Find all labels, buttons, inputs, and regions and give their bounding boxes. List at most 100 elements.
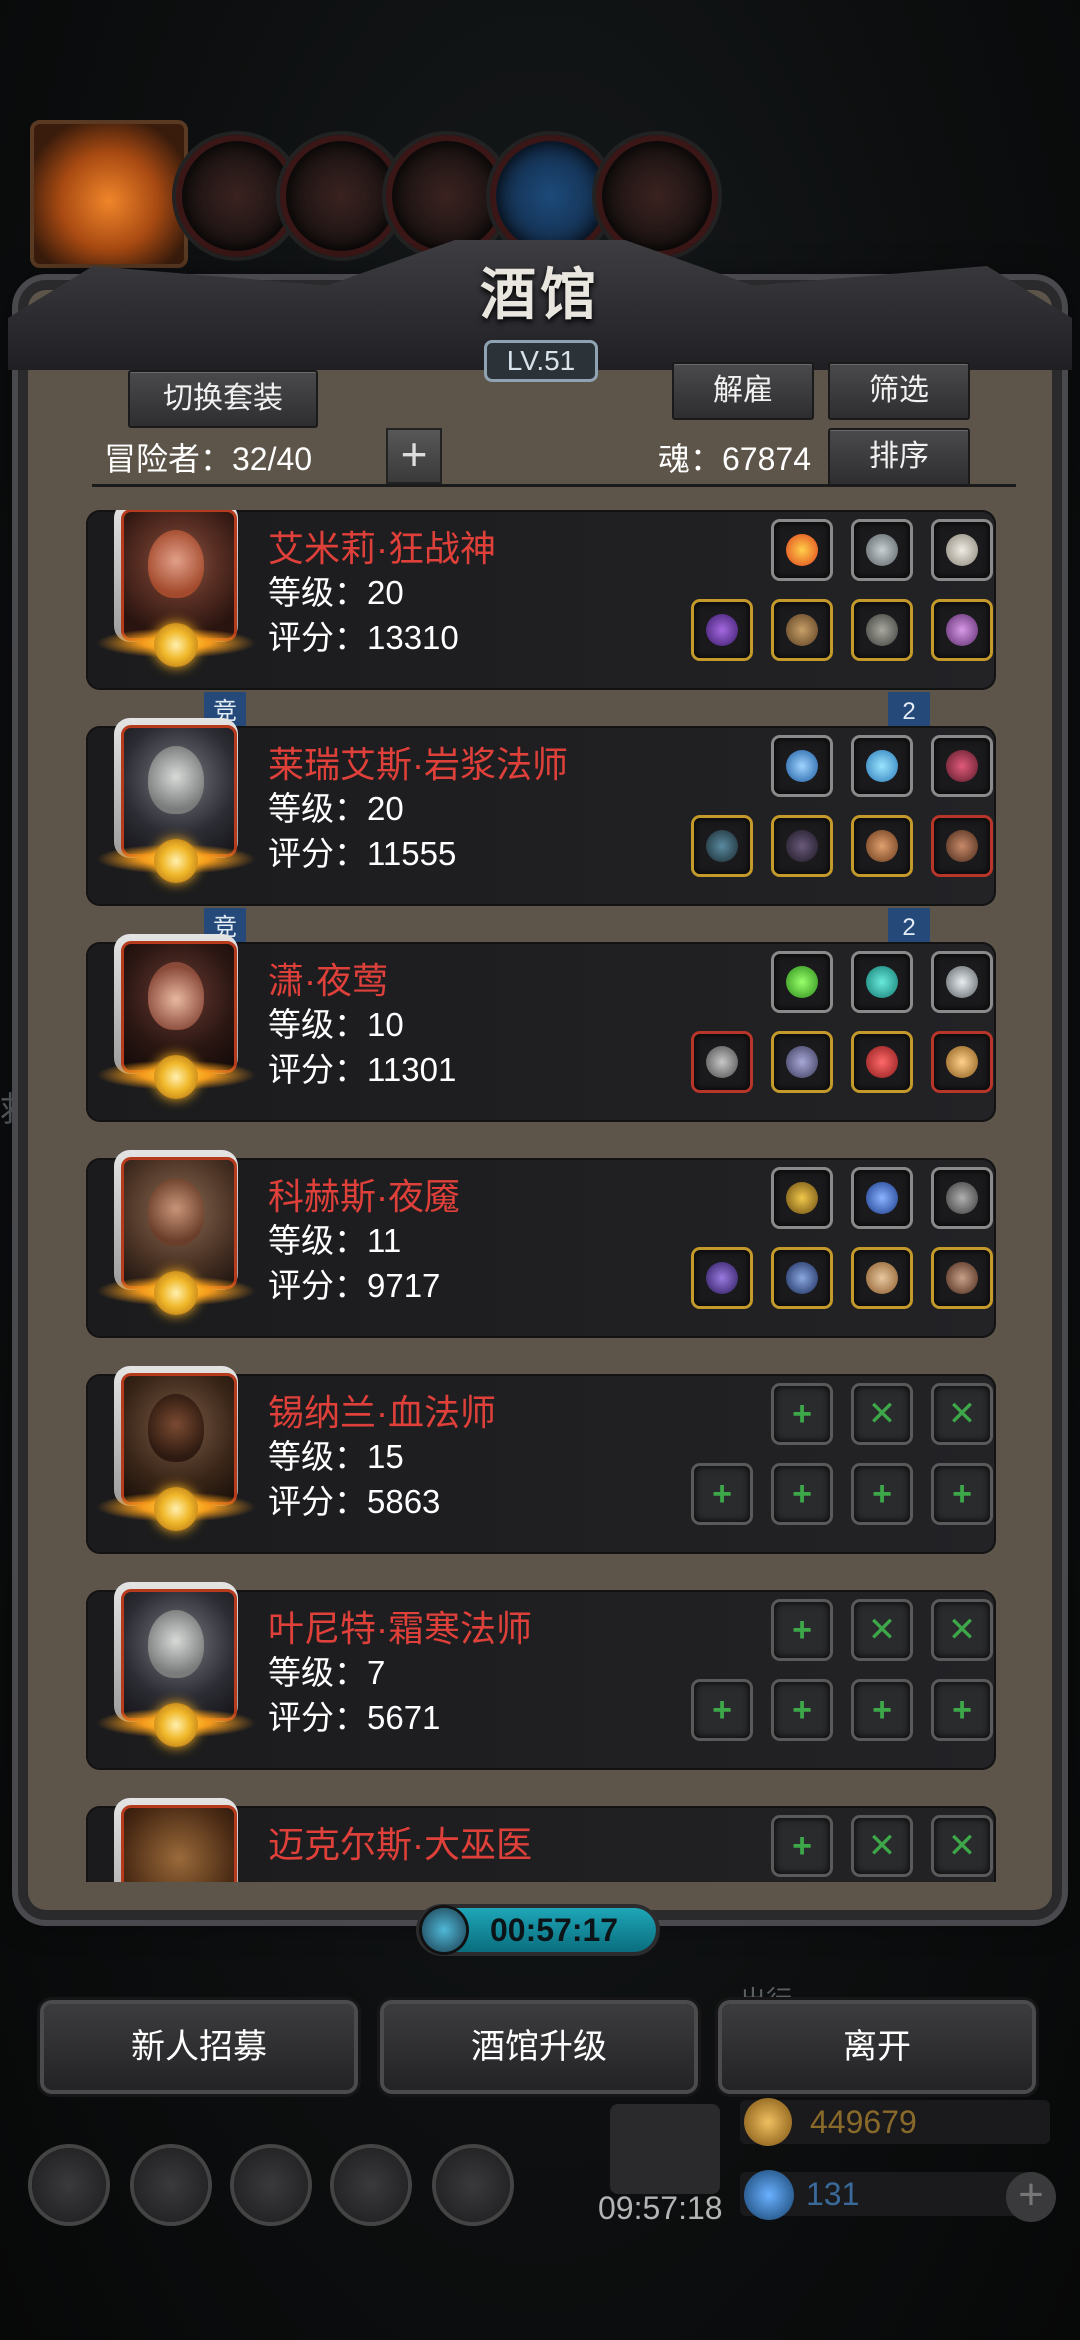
ring-equip-icon[interactable]	[934, 602, 990, 658]
hero-portrait[interactable]	[114, 1798, 238, 1882]
empty-accessory-slot-icon[interactable]: +	[854, 1682, 910, 1738]
orb-equip-icon[interactable]	[934, 1034, 990, 1090]
pumpkin-event-icon[interactable]	[30, 120, 188, 268]
hero-portrait[interactable]	[114, 1150, 238, 1290]
dagger-equip-icon[interactable]	[694, 1034, 750, 1090]
sort-button[interactable]: 排序	[828, 428, 970, 486]
empty-accessory-slot-icon[interactable]: +	[854, 1466, 910, 1522]
star-badge-icon	[154, 1271, 198, 1315]
stone-skill-icon[interactable]	[854, 522, 910, 578]
hero-card[interactable]: 艾米莉·狂战神 等级：20 评分：13310	[86, 510, 996, 690]
hero-card[interactable]: 迈克尔斯·大巫医 + ✕ ✕	[86, 1798, 996, 1882]
hero-score: 评分：11301	[268, 1051, 457, 1088]
hero-card[interactable]: 叶尼特·霜寒法师 等级：7 评分：5671 + ✕ ✕ + + + +	[86, 1582, 996, 1770]
timer-text: 00:57:17	[490, 1912, 619, 1948]
blade-equip-icon[interactable]	[694, 1250, 750, 1306]
scroll-equip-icon[interactable]	[854, 1250, 910, 1306]
gift-box-icon[interactable]	[610, 2104, 720, 2194]
stone-resource-icon[interactable]	[596, 135, 718, 257]
empty-accessory-slot-icon[interactable]: +	[934, 1682, 990, 1738]
switch-outfit-button[interactable]: 切换套装	[128, 370, 318, 428]
empty-weapon-slot-icon[interactable]: +	[694, 1682, 750, 1738]
hero-card[interactable]: 莱瑞艾斯·岩浆法师 等级：20 评分：11555	[86, 718, 996, 906]
chest-equip-icon[interactable]	[774, 1034, 830, 1090]
empty-weapon-slot-icon[interactable]: +	[694, 1466, 750, 1522]
hero-name: 迈克尔斯·大巫医	[268, 1824, 532, 1865]
mail-icon[interactable]	[334, 2148, 408, 2222]
orb-skill-icon[interactable]	[774, 738, 830, 794]
recruit-button[interactable]: 新人招募	[44, 2004, 354, 2090]
gem-amount: 131	[806, 2176, 860, 2212]
amulet-equip-icon[interactable]	[854, 1034, 910, 1090]
dismiss-button[interactable]: 解雇	[672, 362, 814, 420]
star-badge-icon	[154, 623, 198, 667]
potion-skill-icon[interactable]	[934, 738, 990, 794]
armor-equip-icon[interactable]	[774, 602, 830, 658]
glove-equip-icon[interactable]	[854, 818, 910, 874]
hero-level: 等级：11	[268, 1222, 402, 1259]
fire-skill-icon[interactable]	[774, 522, 830, 578]
plate-equip-icon[interactable]	[774, 1250, 830, 1306]
add-slot-button[interactable]: +	[386, 428, 442, 484]
hero-name: 艾米莉·狂战神	[268, 528, 496, 569]
header-divider	[92, 484, 1016, 487]
soul-count: 魂：67874	[658, 441, 811, 477]
empty-armor-slot-icon[interactable]: +	[774, 1682, 830, 1738]
filter-button[interactable]: 筛选	[828, 362, 970, 420]
hero-card[interactable]: 潇·夜莺 等级：10 评分：11301	[86, 934, 996, 1122]
poison-skill-icon[interactable]	[774, 954, 830, 1010]
crystal-resource-icon[interactable]	[490, 135, 612, 257]
quest-icon[interactable]	[234, 2148, 308, 2222]
helm-equip-icon[interactable]	[934, 1250, 990, 1306]
guild-icon[interactable]	[436, 2148, 510, 2222]
cloak-equip-icon[interactable]	[774, 818, 830, 874]
empty-skill-slot-icon[interactable]: +	[774, 1602, 830, 1658]
book-equip-icon[interactable]	[934, 818, 990, 874]
achievement-icon[interactable]	[134, 2148, 208, 2222]
wand-equip-icon[interactable]	[694, 818, 750, 874]
hero-card[interactable]: 科赫斯·夜魇 等级：11 评分：9717	[86, 1150, 996, 1338]
shuriken-skill-icon[interactable]	[934, 954, 990, 1010]
hero-card[interactable]: 锡纳兰·血法师 等级：15 评分：5863 + ✕ ✕ + + + +	[86, 1366, 996, 1554]
upgrade-tavern-button[interactable]: 酒馆升级	[384, 2004, 694, 2090]
hero-level: 等级：15	[268, 1438, 404, 1475]
empty-skill-slot-icon[interactable]: +	[774, 1386, 830, 1442]
hero-portrait[interactable]	[114, 934, 238, 1074]
empty-armor-slot-icon[interactable]: +	[774, 1466, 830, 1522]
hero-level: 等级：20	[268, 790, 404, 827]
hero-level: 等级：10	[268, 1006, 404, 1043]
mask-skill-icon[interactable]	[774, 1170, 830, 1226]
empty-accessory-slot-icon[interactable]: +	[934, 1466, 990, 1522]
ice-skill-icon[interactable]	[854, 738, 910, 794]
pendant-skill-icon[interactable]	[854, 1170, 910, 1226]
hero-portrait[interactable]	[114, 718, 238, 858]
locked-slot-icon[interactable]: ✕	[854, 1602, 910, 1658]
locked-slot-icon[interactable]: ✕	[854, 1386, 910, 1442]
locked-slot-icon[interactable]: ✕	[934, 1602, 990, 1658]
claw-skill-icon[interactable]	[934, 522, 990, 578]
wood-resource-icon[interactable]	[280, 135, 402, 257]
star-badge-icon	[154, 839, 198, 883]
hero-score: 评分：11555	[268, 835, 457, 872]
staff-equip-icon[interactable]	[694, 602, 750, 658]
empty-skill-slot-icon[interactable]: +	[774, 1818, 830, 1874]
hero-name: 科赫斯·夜魇	[268, 1176, 460, 1217]
add-gems-icon[interactable]: +	[1006, 2172, 1056, 2222]
settings-icon[interactable]	[32, 2148, 106, 2222]
star-badge-icon	[154, 1487, 198, 1531]
hero-portrait[interactable]	[114, 1582, 238, 1722]
hero-name: 莱瑞艾斯·岩浆法师	[268, 744, 568, 785]
hero-name: 锡纳兰·血法师	[268, 1392, 496, 1433]
locked-slot-icon[interactable]: ✕	[854, 1818, 910, 1874]
hero-portrait[interactable]	[114, 1366, 238, 1506]
panel-title: 酒馆	[480, 262, 600, 328]
locked-slot-icon[interactable]: ✕	[934, 1386, 990, 1442]
locked-slot-icon[interactable]: ✕	[934, 1818, 990, 1874]
hero-level: 等级：7	[268, 1654, 386, 1691]
bracer-equip-icon[interactable]	[854, 602, 910, 658]
crossbow-skill-icon[interactable]	[934, 1170, 990, 1226]
adventurers-count: 冒险者：32/40	[104, 441, 313, 477]
jade-skill-icon[interactable]	[854, 954, 910, 1010]
leave-button[interactable]: 离开	[722, 2004, 1032, 2090]
hero-list[interactable]: 艾米莉·狂战神 等级：20 评分：13310 竞 2 莱瑞艾斯·岩浆法师 等级：…	[86, 510, 996, 1882]
